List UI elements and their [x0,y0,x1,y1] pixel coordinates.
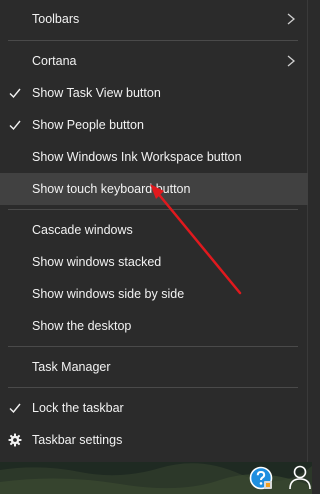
menu-separator [8,209,298,210]
menu-item-show-touch-keyboard[interactable]: Show touch keyboard button [0,173,308,205]
menu-item-lock-taskbar[interactable]: Lock the taskbar [0,392,308,424]
menu-item-label: Show Windows Ink Workspace button [32,150,242,164]
checkmark-icon [9,120,21,131]
menu-item-label: Show windows side by side [32,287,185,301]
menu-item-label: Show touch keyboard button [32,182,191,196]
menu-item-task-manager[interactable]: Task Manager [0,351,308,383]
chevron-right-icon [287,55,296,67]
checkmark-icon [9,403,21,414]
menu-item-label: Show Task View button [32,86,161,100]
taskbar-context-menu: Toolbars Cortana Show Task View button S… [0,0,308,462]
gear-icon [8,433,22,447]
menu-item-label: Show windows stacked [32,255,162,269]
menu-item-cortana[interactable]: Cortana [0,45,308,77]
menu-item-show-windows-side-by-side[interactable]: Show windows side by side [0,278,308,310]
menu-item-label: Cascade windows [32,223,133,237]
menu-item-label: Task Manager [32,360,111,374]
menu-item-cascade-windows[interactable]: Cascade windows [0,214,308,246]
menu-item-label: Show the desktop [32,319,132,333]
menu-item-label: Show People button [32,118,144,132]
menu-item-show-task-view[interactable]: Show Task View button [0,77,308,109]
checkmark-icon [9,88,21,99]
menu-separator [8,387,298,388]
chevron-right-icon [287,13,296,25]
menu-separator [8,346,298,347]
menu-item-label: Toolbars [32,12,80,26]
menu-item-label: Taskbar settings [32,433,123,447]
menu-item-show-desktop[interactable]: Show the desktop [0,310,308,342]
menu-item-label: Lock the taskbar [32,401,124,415]
menu-item-show-people[interactable]: Show People button [0,109,308,141]
menu-separator [8,40,298,41]
help-icon[interactable] [249,466,273,490]
people-icon[interactable] [288,464,312,490]
menu-item-show-windows-stacked[interactable]: Show windows stacked [0,246,308,278]
menu-item-taskbar-settings[interactable]: Taskbar settings [0,424,308,456]
menu-item-toolbars[interactable]: Toolbars [0,3,308,35]
menu-item-show-windows-ink[interactable]: Show Windows Ink Workspace button [0,141,308,173]
menu-item-label: Cortana [32,54,77,68]
